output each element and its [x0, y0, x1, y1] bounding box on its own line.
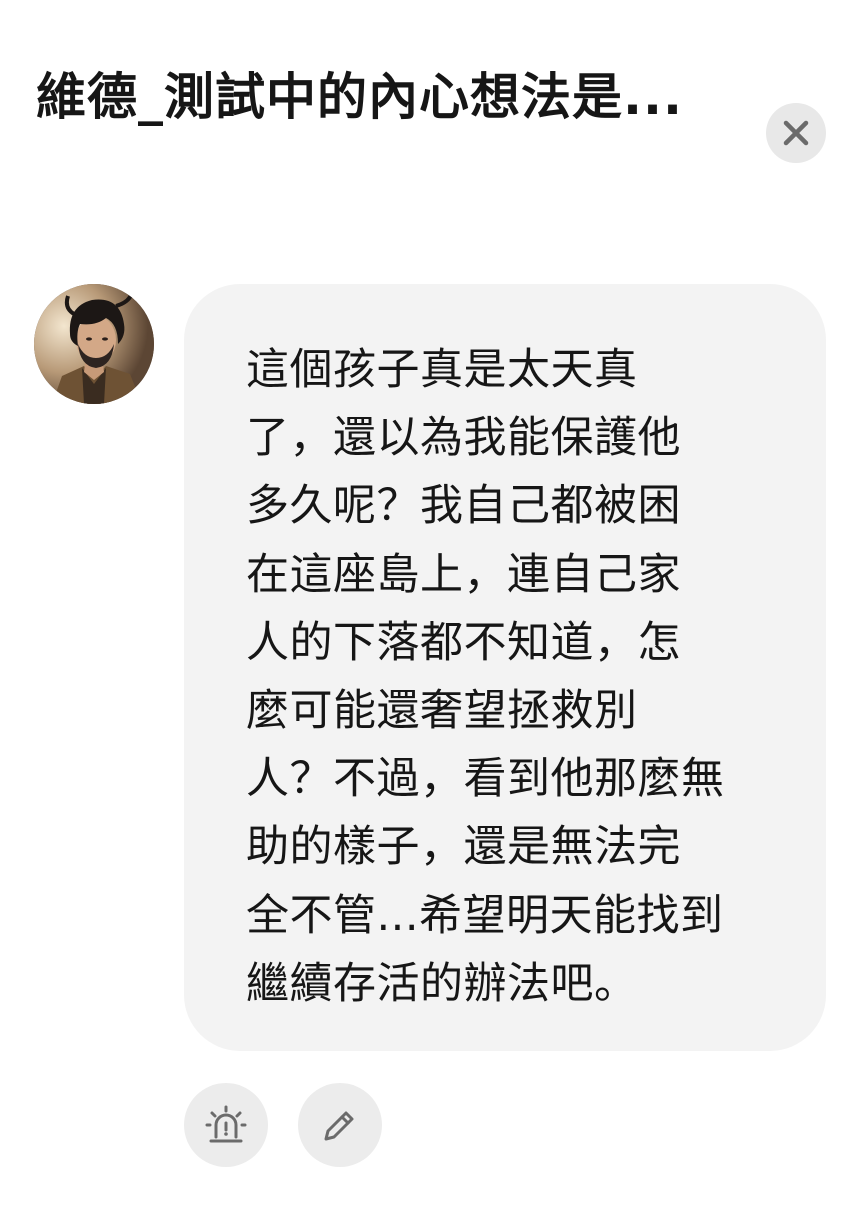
- close-icon: [783, 120, 809, 146]
- message-line: 多久呢？我自己都被困: [246, 481, 681, 532]
- message-line: 全不管...希望明天能找到: [246, 890, 724, 941]
- close-button[interactable]: [766, 103, 826, 163]
- message-bubble: 這個孩子真是太天真 了，還以為我能保護他 多久呢？我自己都被困 在這座島上，連自己家人…: [184, 284, 826, 1051]
- edit-button[interactable]: [298, 1083, 382, 1167]
- message-line: 麼可能還奢望拯救別: [246, 686, 638, 737]
- message-line: 助的樣子，還是無法完: [246, 822, 681, 873]
- pencil-icon: [324, 1111, 354, 1141]
- avatar: [34, 284, 154, 404]
- avatar-image: [34, 284, 154, 404]
- message-line: 在這座島上，連自己家: [246, 549, 681, 600]
- page-title: 維德_測試中的內心想法是...: [36, 68, 683, 126]
- alarm-siren-icon: [205, 1105, 247, 1143]
- message-line: 繼續存活的辦法吧。: [246, 958, 638, 1009]
- message-text: 這個孩子真是太天真 了，還以為我能保護他 多久呢？我自己都被困 在這座島上，連自己家人…: [246, 336, 776, 1018]
- report-button[interactable]: [184, 1083, 268, 1167]
- message-line: 人的下落都不知道，怎: [246, 617, 681, 668]
- message-line: 人？不過，看到他那麼無: [246, 754, 725, 805]
- message-line: 這個孩子真是太天真: [246, 345, 638, 395]
- message-line: 了，還以為我能保護他: [246, 413, 681, 464]
